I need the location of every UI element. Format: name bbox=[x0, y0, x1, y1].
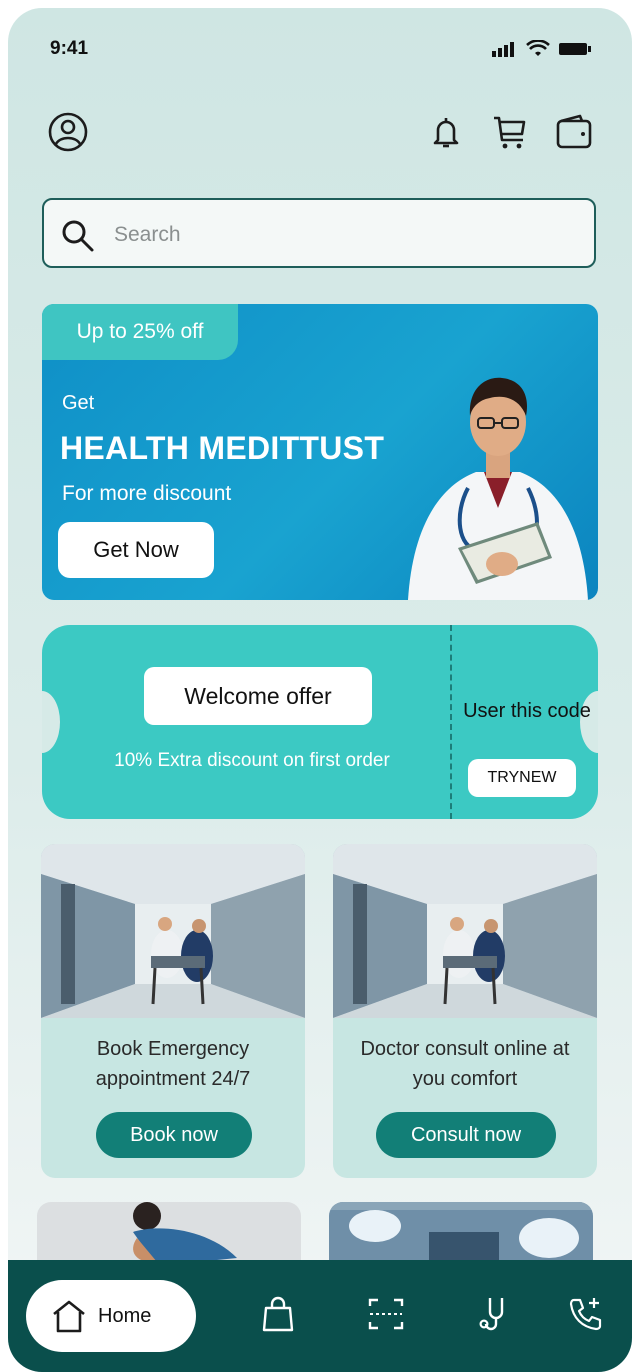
book-now-button[interactable]: Book now bbox=[96, 1112, 252, 1158]
stethoscope-icon bbox=[479, 1298, 504, 1331]
status-icons bbox=[492, 40, 592, 58]
emergency-card[interactable]: Book Emergency appointment 24/7 Book now bbox=[41, 844, 305, 1178]
nav-scan[interactable] bbox=[364, 1292, 408, 1336]
profile-icon[interactable] bbox=[48, 112, 88, 152]
coupon-description: 10% Extra discount on first order bbox=[114, 750, 390, 771]
bottom-navigation: Home bbox=[8, 1260, 632, 1372]
welcome-offer-label: Welcome offer bbox=[144, 667, 372, 725]
cart-icon[interactable] bbox=[490, 112, 530, 152]
welcome-coupon[interactable]: Welcome offer 10% Extra discount on firs… bbox=[42, 625, 598, 819]
hospital-corridor-image bbox=[41, 844, 305, 1018]
banner-pre: Get bbox=[62, 392, 95, 414]
wifi-icon bbox=[526, 40, 550, 56]
battery-icon bbox=[559, 43, 591, 55]
nav-shop[interactable] bbox=[256, 1292, 300, 1336]
status-time: 9:41 bbox=[50, 38, 89, 59]
phone-screen: 9:41 Search Up to 25% off Get HEALTH MED… bbox=[8, 8, 632, 1372]
home-icon bbox=[53, 1300, 85, 1333]
emergency-text: Book Emergency appointment 24/7 bbox=[95, 1038, 251, 1090]
search-bar[interactable] bbox=[42, 198, 596, 268]
hospital-corridor-image bbox=[333, 844, 597, 1018]
consult-text: Doctor consult online at you comfort bbox=[360, 1038, 570, 1090]
consult-now-button[interactable]: Consult now bbox=[376, 1112, 556, 1158]
signal-icon bbox=[492, 42, 514, 57]
scan-icon bbox=[368, 1298, 404, 1330]
phone-plus-icon bbox=[569, 1298, 602, 1331]
doctor-image bbox=[408, 377, 588, 600]
doctor-consult-card[interactable]: Doctor consult online at you comfort Con… bbox=[333, 844, 597, 1178]
wallet-icon[interactable] bbox=[554, 112, 594, 152]
get-now-button[interactable]: Get Now bbox=[58, 522, 214, 578]
nav-home-label: Home bbox=[98, 1304, 152, 1327]
promo-banner[interactable]: Up to 25% off Get HEALTH MEDITTUST For m… bbox=[42, 304, 598, 600]
nav-call[interactable] bbox=[564, 1292, 608, 1336]
bell-icon[interactable] bbox=[426, 112, 466, 152]
nav-home[interactable]: Home bbox=[26, 1280, 196, 1352]
banner-subtitle: For more discount bbox=[62, 482, 232, 505]
coupon-notch-left bbox=[42, 691, 60, 753]
search-input[interactable] bbox=[112, 214, 576, 256]
coupon-code[interactable]: TRYNEW bbox=[468, 759, 576, 797]
use-code-label: User this code bbox=[463, 700, 591, 722]
coupon-divider bbox=[450, 625, 452, 819]
search-icon bbox=[62, 220, 94, 252]
shopping-bag-icon bbox=[262, 1296, 294, 1332]
nav-doctor[interactable] bbox=[474, 1292, 518, 1336]
discount-badge: Up to 25% off bbox=[42, 304, 238, 360]
banner-title: HEALTH MEDITTUST bbox=[60, 430, 385, 466]
status-bar: 9:41 bbox=[8, 8, 632, 88]
